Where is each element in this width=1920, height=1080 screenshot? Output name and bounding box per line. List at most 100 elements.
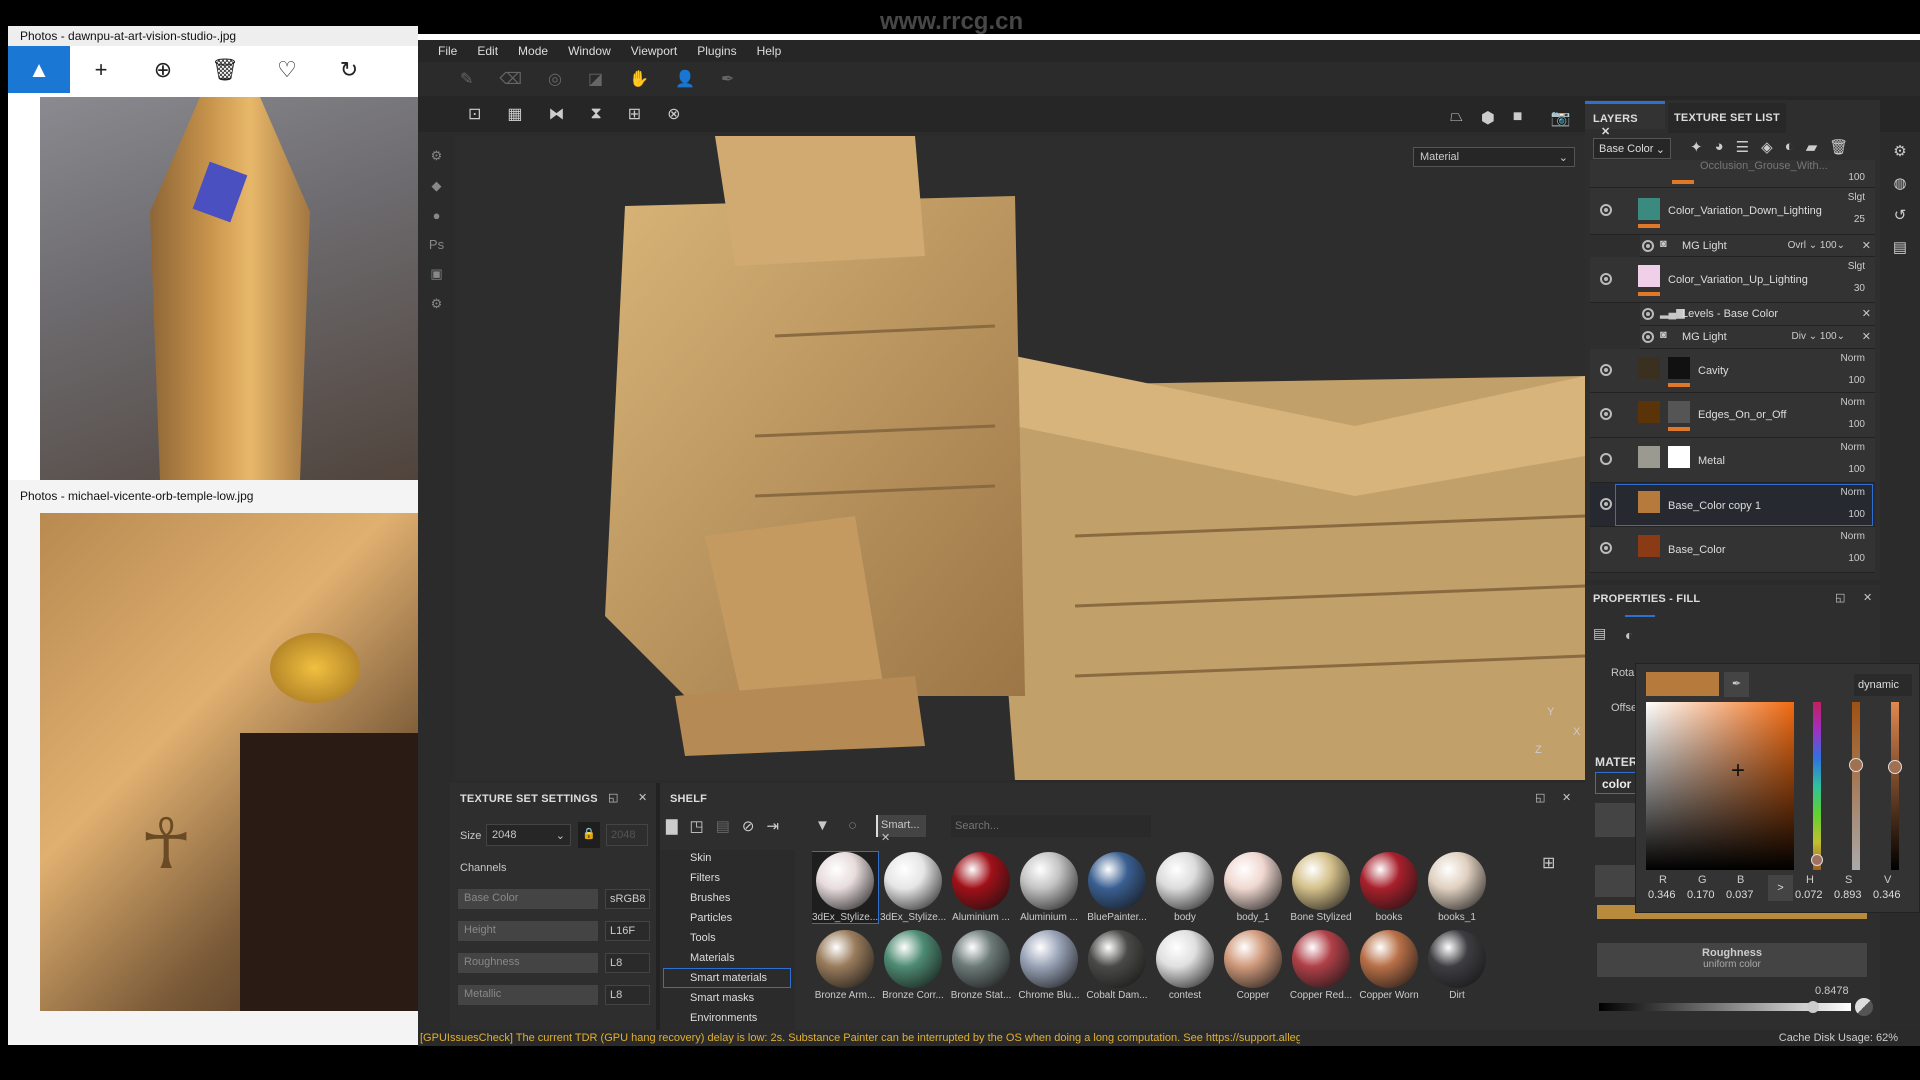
folder-icon[interactable]: ▇ [666, 817, 678, 835]
h-value[interactable]: 0.072 [1795, 889, 1823, 901]
close-icon[interactable]: ✕ [1862, 307, 1871, 320]
size-select[interactable]: 2048 ⌄ [486, 824, 571, 846]
menu-file[interactable]: File [428, 44, 467, 58]
hide-icon[interactable]: ⊘ [742, 817, 755, 835]
add-mask-icon[interactable]: ◐ [1785, 138, 1794, 156]
viewport-mode-select[interactable]: Material ⌄ [1413, 147, 1575, 167]
layer-blend-mode[interactable]: Norm [1841, 487, 1865, 498]
layer-effect-row[interactable]: ◙ MG Light Ovrl ⌄ 100⌄ ✕ [1640, 235, 1875, 257]
close-icon[interactable]: ✕ [1863, 591, 1872, 604]
visibility-toggle[interactable] [1642, 331, 1654, 343]
filter-chip[interactable]: Smart... ✕ [876, 815, 926, 844]
layer-blend-mode[interactable]: Div ⌄ 100⌄ [1792, 331, 1845, 342]
slider-thumb[interactable] [1849, 758, 1863, 772]
layer-blend-mode[interactable]: Slgt [1848, 261, 1865, 272]
material-item[interactable]: books [1356, 852, 1422, 923]
zoom-in-icon[interactable]: ⊕ [132, 57, 194, 83]
saturation-value-area[interactable]: + [1646, 702, 1794, 870]
visibility-toggle[interactable] [1600, 498, 1612, 510]
channel-name[interactable]: Height [458, 921, 598, 941]
material-item[interactable]: Copper Worn [1356, 930, 1422, 1001]
layer-opacity[interactable]: 100 [1848, 553, 1865, 564]
photoshop-icon[interactable]: Ps [429, 237, 444, 252]
shelf-category-item[interactable]: Environments [690, 1012, 757, 1024]
slider-thumb[interactable] [1811, 854, 1823, 866]
slider-mode-icon[interactable] [1855, 998, 1873, 1016]
visibility-toggle[interactable] [1600, 364, 1612, 376]
visibility-toggle[interactable] [1600, 542, 1612, 554]
material-item[interactable]: books_1 [1424, 852, 1490, 923]
layer-blend-mode[interactable]: Slgt [1848, 192, 1865, 203]
menu-mode[interactable]: Mode [508, 44, 558, 58]
channel-format[interactable]: sRGB8 [605, 889, 650, 909]
log-icon[interactable]: ▤ [1893, 238, 1907, 256]
material-item[interactable]: Chrome Blu... [1016, 930, 1082, 1001]
shelf-category-item[interactable]: Particles [690, 912, 732, 924]
menu-plugins[interactable]: Plugins [687, 44, 746, 58]
visibility-toggle[interactable] [1600, 204, 1612, 216]
slider-thumb[interactable] [1888, 760, 1902, 774]
layer-row[interactable]: Edges_On_or_Off Norm 100 [1590, 393, 1875, 438]
material-item[interactable]: Aluminium ... [1016, 852, 1082, 923]
bucket-icon[interactable]: ◆ [432, 178, 442, 194]
paint-brush-icon[interactable]: ✎ [460, 69, 473, 89]
layer-effect-row[interactable]: ▂▄▆ Levels - Base Color ✕ [1640, 303, 1875, 326]
shelf-search-input[interactable] [951, 815, 1151, 837]
layer-opacity[interactable]: 100 [1848, 509, 1865, 520]
close-icon[interactable]: ✕ [638, 791, 647, 804]
eyedropper-icon[interactable]: ✒ [1724, 672, 1749, 697]
material-item[interactable]: Copper [1220, 930, 1286, 1001]
shelf-category-item[interactable]: Skin [690, 852, 711, 864]
roughness-slider[interactable] [1599, 1001, 1851, 1013]
tab-layers[interactable]: LAYERS ✕ [1585, 101, 1665, 138]
tab-fill-properties[interactable]: ▤ [1593, 615, 1619, 651]
perspective-icon[interactable]: ⏢ [1450, 108, 1463, 128]
close-icon[interactable]: ✕ [1562, 791, 1571, 804]
color-picker-tool-icon[interactable]: ✒ [721, 69, 734, 89]
new-resource-icon[interactable]: ◳ [690, 817, 704, 835]
tab-texture-set-list[interactable]: TEXTURE SET LIST [1668, 103, 1786, 133]
add-layer-icon[interactable]: ☰ [1736, 138, 1749, 156]
save-icon[interactable]: ▤ [716, 817, 730, 835]
tab-material[interactable]: ◐ [1625, 615, 1655, 651]
layer-row[interactable]: Color_Variation_Up_Lighting Slgt 30 [1590, 257, 1875, 303]
material-item[interactable]: BluePainter... [1084, 852, 1150, 923]
shelf-category-item[interactable]: Tools [690, 932, 716, 944]
layer-blend-mode[interactable]: Ovrl ⌄ 100⌄ [1788, 240, 1845, 251]
layer-effect-row[interactable]: ◙ MG Light Div ⌄ 100⌄ ✕ [1640, 326, 1875, 349]
shader-settings-icon[interactable]: ◍ [1893, 174, 1906, 192]
menu-window[interactable]: Window [558, 44, 621, 58]
layer-blend-mode[interactable]: Norm [1841, 442, 1865, 453]
refresh-icon[interactable]: ○ [848, 817, 857, 834]
material-item[interactable]: Dirt [1424, 930, 1490, 1001]
shelf-category-item[interactable]: Materials [690, 952, 735, 964]
trash-icon[interactable]: 🗑 [194, 57, 256, 83]
visibility-toggle[interactable] [1642, 240, 1654, 252]
layer-blend-mode[interactable]: Norm [1841, 397, 1865, 408]
rotate-icon[interactable]: ↻ [318, 57, 380, 83]
float-panel-icon[interactable]: ◱ [608, 791, 618, 804]
shelf-category-item[interactable]: Smart masks [690, 992, 754, 1004]
menu-viewport[interactable]: Viewport [621, 44, 687, 58]
history-icon[interactable]: ↺ [1894, 206, 1907, 224]
mirror-y-icon[interactable]: ⧗ [591, 105, 602, 123]
s-value[interactable]: 0.893 [1834, 889, 1862, 901]
lock-icon[interactable]: 🔒 [578, 822, 600, 848]
shelf-category-item[interactable]: Smart materials [690, 972, 767, 984]
layer-row[interactable]: Cavity Norm 100 [1590, 349, 1875, 393]
material-item[interactable]: body [1152, 852, 1218, 923]
eraser-icon[interactable]: ⌫ [499, 69, 522, 89]
grid-icon[interactable]: ▦ [507, 104, 522, 124]
close-icon[interactable]: ✕ [1862, 239, 1871, 252]
cube-icon[interactable]: ⬢ [1481, 108, 1495, 128]
value-slider[interactable] [1888, 702, 1902, 870]
material-item[interactable]: Cobalt Dam... [1084, 930, 1150, 1001]
grid-view-icon[interactable]: ⊞ [1542, 853, 1555, 873]
layer-row[interactable]: Color_Variation_Down_Lighting Slgt 25 [1590, 188, 1875, 235]
material-item[interactable]: body_1 [1220, 852, 1286, 923]
filter-icon[interactable]: ▼ [815, 817, 830, 834]
screenshot-camera-icon[interactable]: 📷 [1550, 108, 1570, 128]
g-value[interactable]: 0.170 [1687, 889, 1715, 901]
polygon-fill-icon[interactable]: ◪ [588, 69, 603, 89]
channel-format[interactable]: L16F [605, 921, 650, 941]
